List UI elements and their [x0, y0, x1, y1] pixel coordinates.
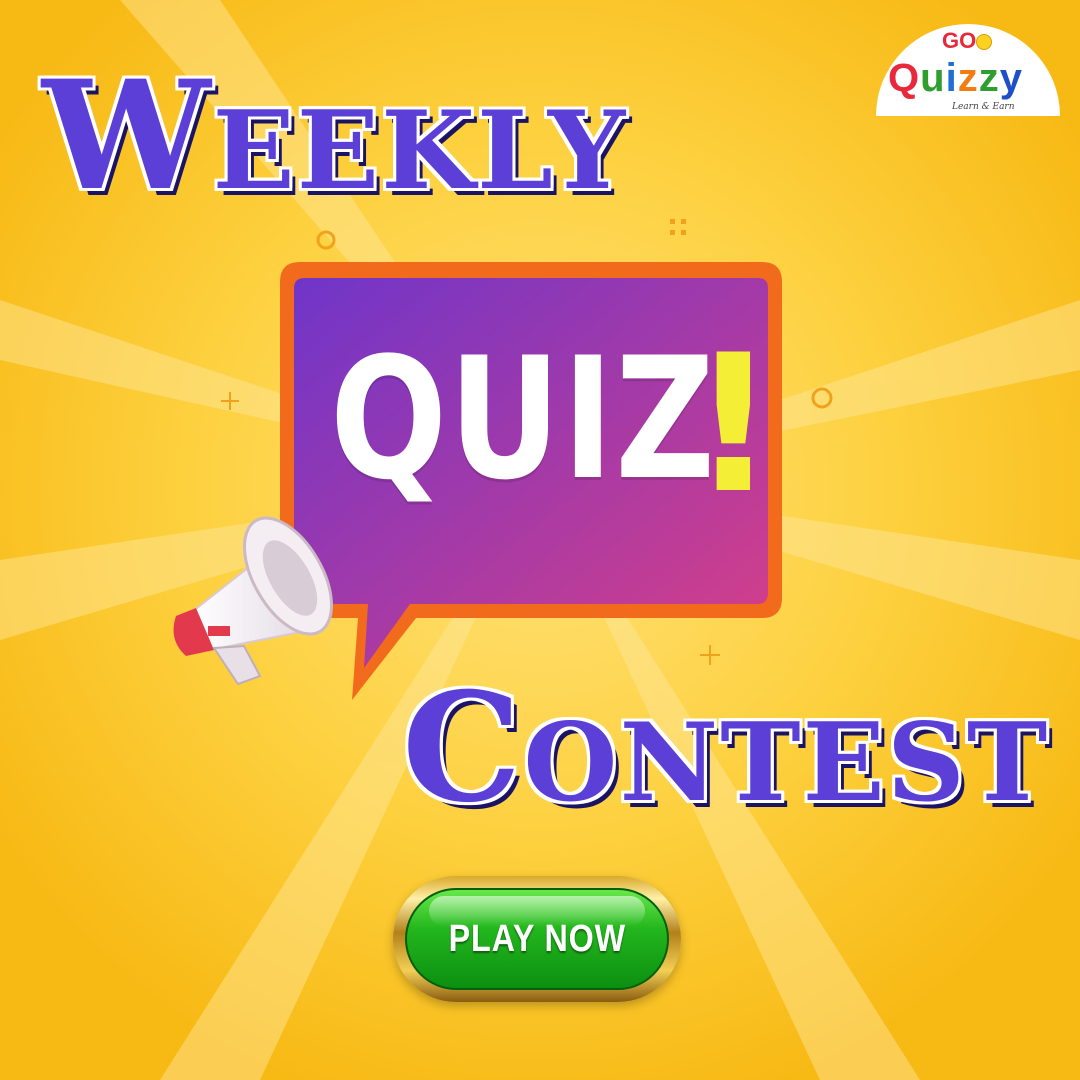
smiley-icon: [976, 34, 992, 50]
title-contest: CONTEST: [402, 660, 1049, 836]
bubble-quiz-word: QUIZ: [330, 321, 717, 517]
logo-tagline: Learn & Earn: [952, 102, 1015, 112]
logo-letter: Q: [888, 56, 921, 100]
play-now-button-face[interactable]: PLAY NOW: [405, 888, 669, 990]
logo-letter: i: [945, 56, 958, 100]
title-contest-initial: C: [402, 660, 524, 836]
logo-letter: z: [978, 56, 1000, 100]
logo-letter: z: [957, 56, 979, 100]
logo-go-text: GO: [942, 28, 977, 53]
bubble-exclamation: !: [690, 314, 777, 535]
logo-brand-text: Quizzy: [888, 56, 1023, 100]
title-weekly-initial: W: [42, 48, 213, 224]
title-weekly-rest: EEKLY: [212, 88, 628, 214]
logo-letter: u: [920, 56, 946, 100]
title-weekly: WEEKLY: [42, 48, 627, 224]
logo-letter: y: [999, 56, 1023, 100]
play-now-label: PLAY NOW: [448, 917, 626, 960]
play-now-button[interactable]: PLAY NOW: [393, 876, 681, 1002]
title-contest-rest: ONTEST: [523, 700, 1050, 826]
